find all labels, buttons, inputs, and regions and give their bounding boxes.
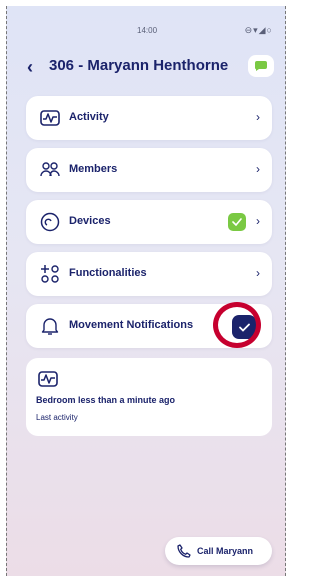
chat-button[interactable] (248, 55, 274, 77)
status-time: 14:00 (137, 26, 158, 35)
chevron-right-icon: › (256, 214, 260, 228)
chevron-right-icon: › (256, 162, 260, 176)
last-activity-text: Bedroom less than a minute ago (36, 395, 176, 405)
menu-item-label: Functionalities (69, 267, 147, 279)
movement-notifications-label: Movement Notifications (69, 319, 194, 331)
highlight-circle (213, 302, 261, 348)
header: ‹ 306 - Maryann Henthorne (7, 54, 285, 82)
menu-item-label: Devices (69, 215, 111, 227)
activity-icon (40, 110, 60, 126)
call-button-label: Call Maryann (197, 546, 254, 556)
menu-item-label: Members (69, 163, 118, 175)
menu-item-activity[interactable]: Activity › (26, 96, 272, 140)
menu-item-devices[interactable]: Devices › (26, 200, 272, 244)
status-icons: ⊖▾◢○ (244, 25, 273, 35)
menu-item-functionalities[interactable]: Functionalities › (26, 252, 272, 296)
last-activity-card: Bedroom less than a minute ago Last acti… (26, 358, 272, 436)
functionalities-icon (41, 265, 59, 283)
devices-ok-badge (228, 213, 246, 231)
page-title: 306 - Maryann Henthorne (49, 57, 229, 74)
devices-icon (40, 212, 60, 232)
activity-icon (38, 371, 58, 387)
menu-item-label: Activity (69, 111, 109, 123)
back-arrow-icon[interactable]: ‹ (27, 58, 33, 76)
last-activity-caption: Last activity (36, 413, 78, 422)
bell-icon (41, 318, 59, 335)
phone-icon (177, 544, 191, 558)
chevron-right-icon: › (256, 266, 260, 280)
status-bar: 14:00 ⊖▾◢○ (7, 20, 285, 38)
app-screen: 14:00 ⊖▾◢○ ‹ 306 - Maryann Henthorne Act… (6, 6, 286, 576)
members-icon (40, 162, 60, 177)
menu-item-members[interactable]: Members › (26, 148, 272, 192)
chevron-right-icon: › (256, 110, 260, 124)
chat-bubble-icon (255, 61, 267, 71)
call-button[interactable]: Call Maryann (165, 537, 272, 565)
check-icon (232, 218, 242, 226)
